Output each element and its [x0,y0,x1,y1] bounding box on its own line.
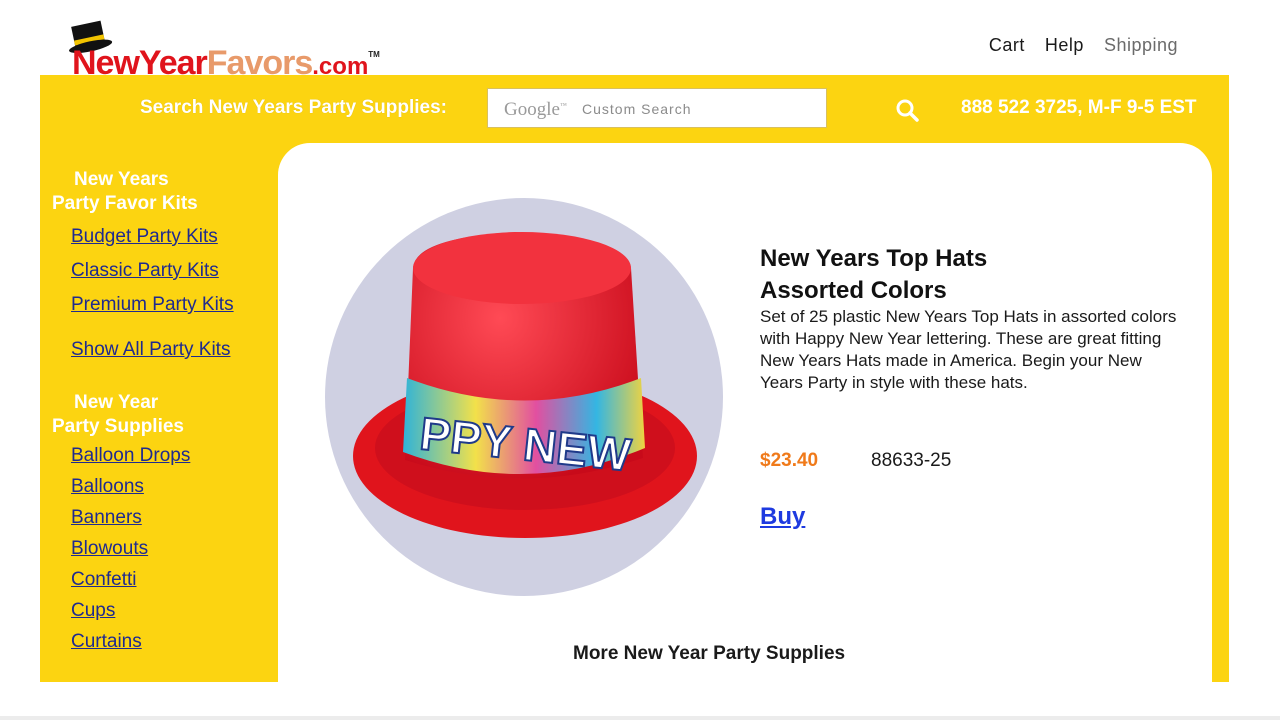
product-price: $23.40 [760,450,819,471]
top-nav: Cart Help Shipping [969,35,1178,56]
phone-number: 888 522 3725, M-F 9-5 EST [961,97,1197,118]
more-supplies-heading: More New Year Party Supplies [573,643,846,664]
sidebar-link-all-kits[interactable]: Show All Party Kits [71,339,276,361]
product-title: New Years Top Hats Assorted Colors [760,243,1180,307]
product-image[interactable]: PPY NEW [325,198,723,596]
hat-top [413,232,631,304]
sidebar-section-kits: New Years Party Favor Kits Budget Party … [52,168,276,361]
sidebar-link-confetti[interactable]: Confetti [71,569,276,591]
sidebar-heading-line1: New Year [74,392,159,413]
nav-help-link[interactable]: Help [1045,35,1084,56]
search-button[interactable] [893,96,923,126]
product-description: Set of 25 plastic New Years Top Hats in … [760,307,1177,392]
logo-tm: TM [368,50,380,59]
search-icon [896,99,919,122]
google-tm: ™ [559,101,567,110]
search-input[interactable] [580,95,824,123]
nav-shipping-link[interactable]: Shipping [1104,35,1178,56]
bottom-strip [0,682,1280,720]
nav-cart-link[interactable]: Cart [989,35,1025,56]
buy-link[interactable]: Buy [760,503,805,531]
sidebar-heading-line2: Party Favor Kits [52,193,198,214]
google-brand: Google™ [504,99,567,121]
sidebar-link-blowouts[interactable]: Blowouts [71,538,276,560]
sidebar-link-curtains[interactable]: Curtains [71,631,276,653]
google-brand-text: Google [504,99,560,120]
sidebar-link-cups[interactable]: Cups [71,600,276,622]
sidebar: New Years Party Favor Kits Budget Party … [52,168,276,653]
sidebar-section-supplies: New Year Party Supplies Balloon Drops Ba… [52,391,276,653]
sidebar-link-classic-kits[interactable]: Classic Party Kits [71,260,276,282]
product-sku: 88633-25 [871,450,952,471]
sidebar-link-balloon-drops[interactable]: Balloon Drops [71,445,276,467]
sidebar-link-premium-kits[interactable]: Premium Party Kits [71,294,276,316]
sidebar-heading-kits: New Years Party Favor Kits [52,168,276,216]
product-title-line1: New Years Top Hats [760,245,988,272]
sidebar-heading-supplies: New Year Party Supplies [52,391,276,439]
product-title-line2: Assorted Colors [760,277,947,304]
site-logo[interactable]: NewYearFavors.comTM [66,18,486,82]
sidebar-link-banners[interactable]: Banners [71,507,276,529]
search-box[interactable]: Google™ [487,88,827,128]
search-label: Search New Years Party Supplies: [140,97,447,118]
sidebar-link-budget-kits[interactable]: Budget Party Kits [71,226,276,248]
bottom-divider [0,716,1280,720]
sidebar-heading-line2: Party Supplies [52,416,184,437]
sidebar-heading-line1: New Years [74,169,169,190]
sidebar-link-balloons[interactable]: Balloons [71,476,276,498]
